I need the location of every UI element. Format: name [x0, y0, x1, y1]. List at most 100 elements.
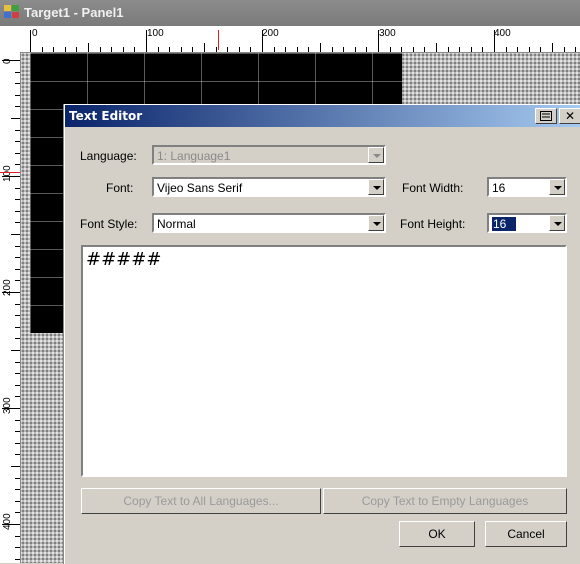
font-label: Font:: [106, 181, 134, 195]
ruler-tick: [215, 47, 217, 52]
ruler-tick: [366, 47, 368, 52]
ruler-tick: [15, 315, 20, 317]
ruler-tick: [308, 47, 310, 52]
language-label: Language:: [80, 149, 137, 163]
ruler-tick: [15, 257, 20, 259]
ruler-tick: [2, 408, 20, 409]
ruler-tick: [204, 43, 205, 52]
ruler-tick: [11, 466, 20, 467]
font-style-dropdown[interactable]: Normal: [152, 213, 386, 233]
ruler-tick: [15, 280, 20, 282]
window-title: Target1 - Panel1: [24, 5, 124, 20]
ruler-tick: [15, 489, 20, 491]
ruler-tick: [15, 106, 20, 108]
ruler-tick: [15, 83, 20, 85]
ruler-tick: [15, 454, 20, 456]
close-icon: ✕: [564, 109, 576, 123]
ruler-tick: [15, 535, 20, 537]
ruler-tick: [111, 47, 113, 52]
chevron-down-icon: [368, 147, 384, 163]
ruler-tick: [552, 43, 553, 52]
ruler-tick: [15, 152, 20, 154]
ruler-tick: [470, 47, 472, 52]
font-dropdown[interactable]: Vijeo Sans Serif: [152, 177, 386, 197]
ruler-tick: [412, 47, 414, 52]
ruler-tick: [15, 187, 20, 189]
font-width-dropdown[interactable]: 16: [487, 177, 567, 197]
chevron-down-icon[interactable]: [368, 215, 384, 231]
ruler-tick: [15, 141, 20, 143]
ruler-tick: [88, 43, 89, 52]
ruler-tick: [15, 477, 20, 479]
chevron-down-icon[interactable]: [549, 215, 565, 231]
ruler-tick: [15, 431, 20, 433]
ruler-h-label: 300: [379, 28, 396, 39]
ruler-tick: [11, 118, 20, 119]
ruler-tick: [401, 47, 403, 52]
ruler-tick: [41, 47, 43, 52]
vertical-ruler: 0 100 200 300 400: [0, 52, 21, 563]
ruler-h-label: 100: [147, 28, 164, 39]
ruler-tick: [15, 512, 20, 514]
chevron-down-icon[interactable]: [549, 179, 565, 195]
ruler-tick: [15, 268, 20, 270]
font-width-label: Font Width:: [402, 181, 464, 195]
ruler-tick: [563, 47, 565, 52]
ruler-h-label: 0: [32, 28, 38, 39]
language-dropdown: 1: Language1: [152, 145, 386, 165]
ruler-tick: [2, 60, 20, 61]
ruler-tick: [15, 419, 20, 421]
chevron-down-icon[interactable]: [368, 179, 384, 195]
ruler-h-label: 200: [262, 28, 279, 39]
font-value: Vijeo Sans Serif: [157, 181, 243, 195]
ruler-tick: [528, 47, 530, 52]
ruler-tick: [227, 47, 229, 52]
ruler-cursor-marker-vertical: [0, 172, 20, 173]
ruler-tick: [122, 47, 124, 52]
ruler-tick: [296, 47, 298, 52]
ruler-v-label: 400: [2, 513, 13, 530]
ruler-cursor-marker: [218, 30, 219, 50]
font-height-label: Font Height:: [400, 217, 466, 231]
ruler-tick: [15, 338, 20, 340]
ruler-tick: [15, 129, 20, 131]
ruler-tick: [15, 199, 20, 201]
ruler-tick: [15, 373, 20, 375]
font-height-value: 16: [492, 217, 517, 231]
keyboard-icon: [540, 111, 552, 121]
copy-to-empty-languages-button[interactable]: Copy Text to Empty Languages: [323, 488, 567, 514]
ok-button[interactable]: OK: [399, 521, 475, 547]
ruler-v-label: 300: [2, 397, 13, 414]
ruler-tick: [15, 245, 20, 247]
ruler-tick: [99, 47, 101, 52]
ruler-tick: [494, 30, 495, 52]
font-height-dropdown[interactable]: 16: [487, 213, 567, 233]
ruler-tick: [378, 30, 379, 52]
ruler-tick: [15, 71, 20, 73]
text-content-editor[interactable]: #####: [81, 245, 567, 477]
ruler-tick: [2, 292, 20, 293]
ruler-tick: [343, 47, 345, 52]
keyboard-button[interactable]: [535, 108, 557, 124]
ruler-tick: [146, 30, 147, 52]
cancel-button[interactable]: Cancel: [485, 521, 567, 547]
ruler-v-label: 100: [2, 165, 13, 182]
ruler-tick: [15, 442, 20, 444]
copy-to-all-languages-button[interactable]: Copy Text to All Languages...: [81, 488, 321, 514]
text-content: #####: [86, 249, 162, 270]
ruler-tick: [262, 30, 263, 52]
dialog-titlebar[interactable]: Text Editor ✕: [65, 105, 580, 127]
ruler-tick: [15, 547, 20, 549]
close-button[interactable]: ✕: [559, 108, 580, 124]
ruler-tick: [30, 30, 31, 52]
ruler-tick: [505, 47, 507, 52]
font-style-label: Font Style:: [80, 217, 138, 231]
ruler-tick: [354, 47, 356, 52]
window-titlebar: Target1 - Panel1: [0, 0, 580, 26]
target-icon: [4, 5, 19, 18]
ruler-tick: [11, 234, 20, 235]
ruler-tick: [15, 361, 20, 363]
ruler-tick: [459, 47, 461, 52]
ruler-tick: [424, 47, 426, 52]
ruler-tick: [76, 47, 78, 52]
